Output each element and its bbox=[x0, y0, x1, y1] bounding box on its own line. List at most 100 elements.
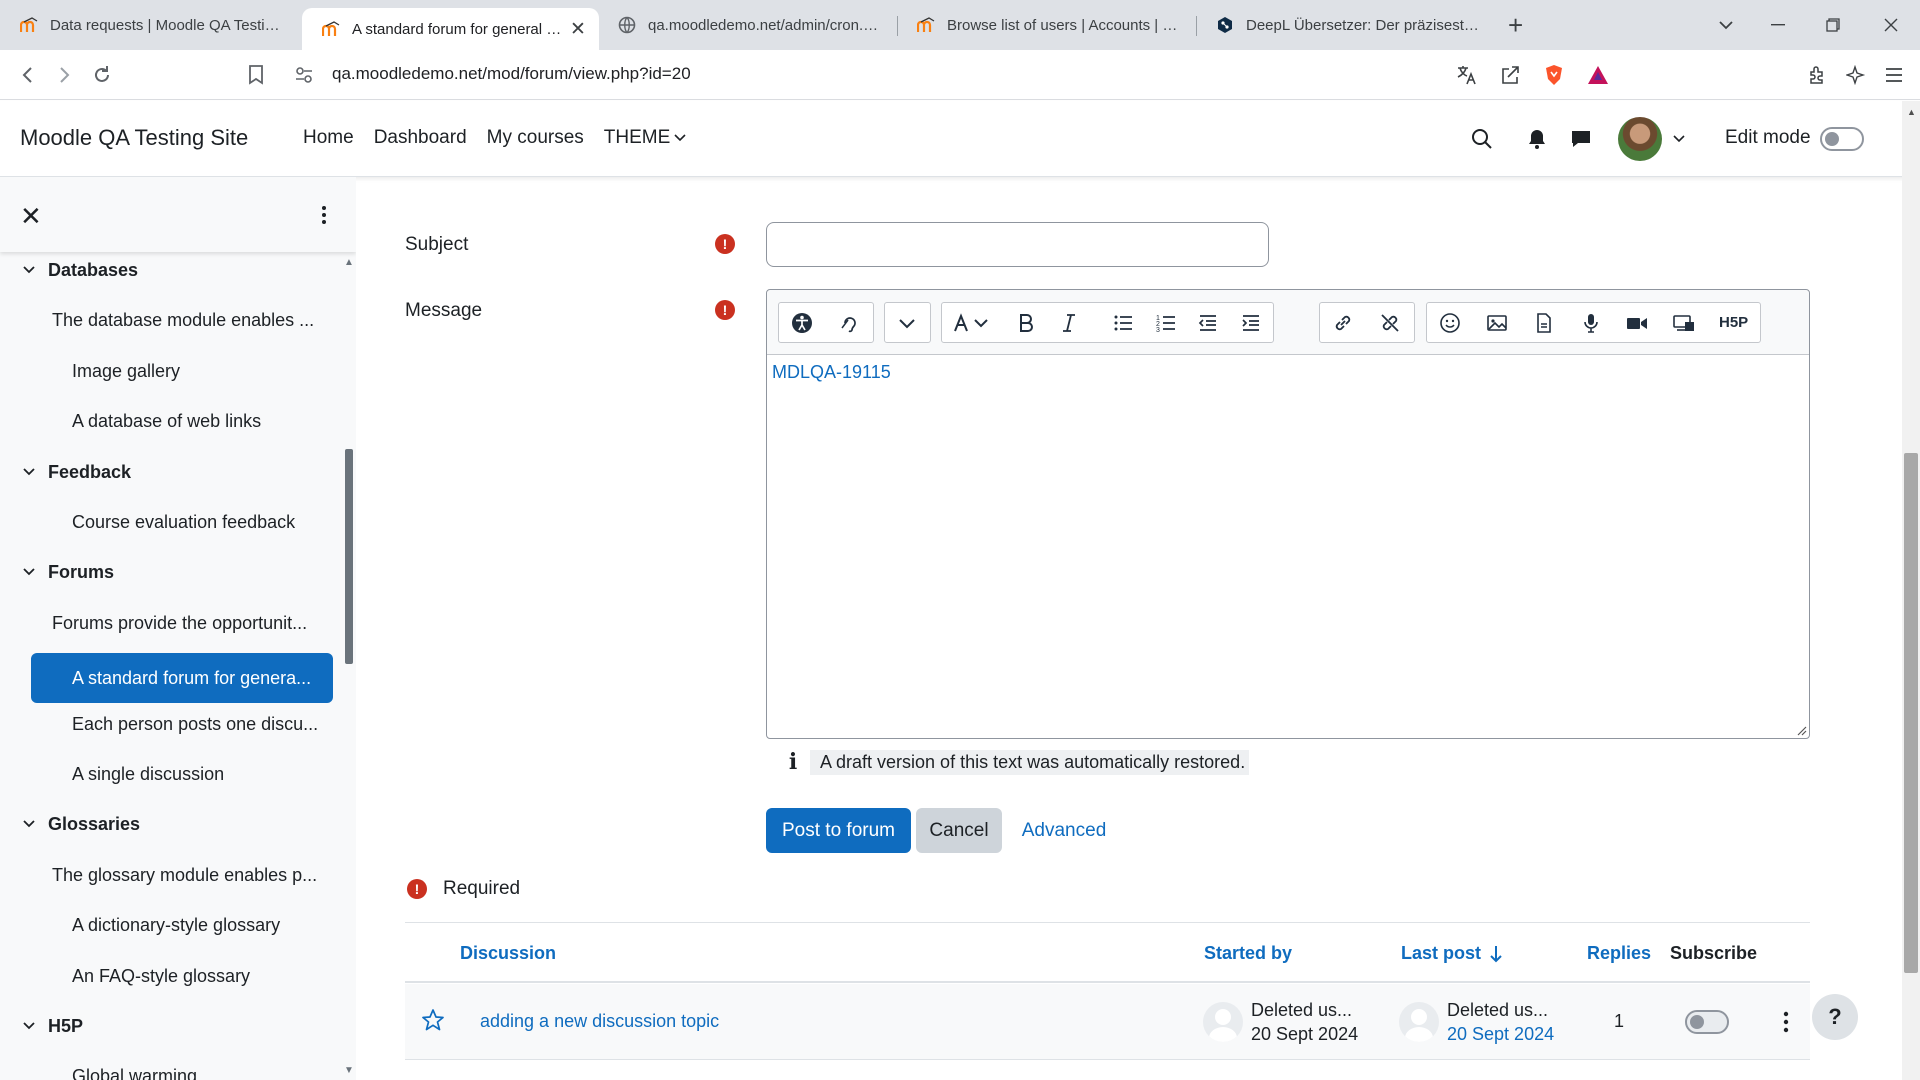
scroll-up-icon[interactable]: ▲ bbox=[1907, 107, 1916, 117]
emoji-icon[interactable] bbox=[1427, 303, 1474, 342]
image-icon[interactable] bbox=[1474, 303, 1521, 342]
search-icon[interactable] bbox=[1469, 126, 1495, 152]
file-icon[interactable] bbox=[1521, 303, 1568, 342]
cancel-button[interactable]: Cancel bbox=[916, 808, 1002, 853]
user-avatar[interactable] bbox=[1618, 117, 1662, 161]
page-scrollbar-thumb[interactable] bbox=[1904, 453, 1918, 973]
chevron-down-icon[interactable] bbox=[22, 817, 36, 831]
browser-tab[interactable]: DeepL Übersetzer: Der präziseste Überset… bbox=[1196, 8, 1496, 42]
close-drawer-icon[interactable]: ✕ bbox=[20, 201, 42, 232]
browser-tab[interactable]: Data requests | Moodle QA Testing Site bbox=[0, 8, 295, 42]
microphone-icon[interactable] bbox=[1568, 303, 1615, 342]
site-settings-icon[interactable] bbox=[292, 63, 316, 87]
translate-icon[interactable] bbox=[1455, 63, 1479, 87]
bullet-list-icon[interactable] bbox=[1102, 303, 1145, 342]
menu-icon[interactable] bbox=[1882, 63, 1906, 87]
drawer-item[interactable]: An FAQ-style glossary bbox=[72, 966, 250, 987]
back-icon[interactable] bbox=[16, 63, 40, 87]
chevron-down-icon[interactable] bbox=[22, 565, 36, 579]
edit-mode-toggle[interactable] bbox=[1820, 127, 1864, 151]
tab-search-chevron-icon[interactable] bbox=[1703, 0, 1749, 50]
bold-icon[interactable] bbox=[1006, 303, 1049, 342]
leo-ai-icon[interactable] bbox=[1844, 63, 1868, 87]
message-editor[interactable]: 123 H5P MDLQA-19115 bbox=[766, 289, 1810, 739]
column-discussion[interactable]: Discussion bbox=[460, 943, 556, 964]
more-chevron-icon[interactable] bbox=[885, 303, 930, 342]
drawer-scrollbar[interactable] bbox=[345, 449, 353, 664]
drawer-item[interactable]: Global warming bbox=[72, 1066, 197, 1080]
drawer-item[interactable]: A database of web links bbox=[72, 411, 261, 432]
resize-handle-icon[interactable] bbox=[1795, 724, 1807, 736]
brave-shield-icon[interactable] bbox=[1542, 63, 1566, 87]
bookmark-icon[interactable] bbox=[244, 63, 268, 87]
minimize-icon[interactable] bbox=[1755, 0, 1801, 50]
message-content[interactable]: MDLQA-19115 bbox=[772, 362, 891, 383]
browser-tab[interactable]: Browse list of users | Accounts | Users bbox=[897, 8, 1195, 42]
subscribe-toggle[interactable] bbox=[1685, 1010, 1729, 1034]
url-text[interactable]: qa.moodledemo.net/mod/forum/view.php?id=… bbox=[332, 64, 691, 84]
drawer-scroll-up-icon[interactable]: ▲ bbox=[344, 257, 354, 268]
help-button[interactable]: ? bbox=[1812, 994, 1858, 1040]
drawer-item[interactable]: A single discussion bbox=[72, 764, 224, 785]
browser-tab-active[interactable]: A standard forum for general use ✕ bbox=[302, 8, 599, 50]
close-window-icon[interactable] bbox=[1868, 0, 1914, 50]
drawer-scroll-down-icon[interactable]: ▼ bbox=[344, 1065, 354, 1076]
drawer-item[interactable]: Each person posts one discu... bbox=[72, 714, 318, 735]
post-to-forum-button[interactable]: Post to forum bbox=[766, 808, 911, 853]
replies-count[interactable]: 1 bbox=[1614, 1011, 1624, 1032]
numbered-list-icon[interactable]: 123 bbox=[1145, 303, 1188, 342]
screenreader-helper-icon[interactable] bbox=[826, 303, 873, 342]
unlink-icon[interactable] bbox=[1367, 303, 1414, 342]
drawer-section-title[interactable]: Glossaries bbox=[48, 814, 140, 835]
chevron-down-icon[interactable] bbox=[22, 465, 36, 479]
kebab-menu-icon[interactable] bbox=[315, 205, 333, 225]
nav-home[interactable]: Home bbox=[303, 127, 354, 149]
advanced-link[interactable]: Advanced bbox=[1022, 808, 1107, 853]
drawer-section-title[interactable]: Feedback bbox=[48, 462, 131, 483]
reload-icon[interactable] bbox=[90, 63, 114, 87]
restore-icon[interactable] bbox=[1810, 0, 1856, 50]
site-brand[interactable]: Moodle QA Testing Site bbox=[20, 125, 248, 151]
forward-icon[interactable] bbox=[52, 63, 76, 87]
page-scrollbar[interactable]: ▲ bbox=[1902, 101, 1920, 1080]
subject-input[interactable] bbox=[766, 222, 1269, 267]
font-color-icon[interactable] bbox=[942, 303, 1006, 342]
accessibility-checker-icon[interactable] bbox=[779, 303, 826, 342]
messages-icon[interactable] bbox=[1568, 126, 1594, 152]
h5p-icon[interactable]: H5P bbox=[1708, 303, 1760, 342]
drawer-item[interactable]: The database module enables ... bbox=[52, 310, 314, 331]
chevron-down-icon[interactable] bbox=[22, 1019, 36, 1033]
nav-my-courses[interactable]: My courses bbox=[487, 127, 584, 149]
indent-icon[interactable] bbox=[1230, 303, 1273, 342]
column-last-post[interactable]: Last post bbox=[1401, 943, 1503, 964]
video-camera-icon[interactable] bbox=[1614, 303, 1661, 342]
last-post-date-link[interactable]: 20 Sept 2024 bbox=[1447, 1022, 1554, 1046]
notifications-bell-icon[interactable] bbox=[1524, 126, 1550, 152]
share-icon[interactable] bbox=[1498, 63, 1522, 87]
user-menu-chevron-icon[interactable] bbox=[1666, 126, 1692, 152]
new-tab-icon[interactable]: + bbox=[1508, 12, 1532, 38]
link-icon[interactable] bbox=[1320, 303, 1367, 342]
star-icon[interactable] bbox=[421, 1008, 445, 1032]
browser-tab[interactable]: qa.moodledemo.net/admin/cron.php bbox=[598, 8, 894, 42]
drawer-item-active[interactable]: A standard forum for genera... bbox=[31, 653, 333, 704]
column-replies[interactable]: Replies bbox=[1587, 943, 1651, 964]
outdent-icon[interactable] bbox=[1188, 303, 1231, 342]
drawer-item[interactable]: A dictionary-style glossary bbox=[72, 915, 280, 936]
drawer-item[interactable]: Course evaluation feedback bbox=[72, 512, 295, 533]
kebab-menu-icon[interactable] bbox=[1781, 1011, 1791, 1033]
discussion-topic-link[interactable]: adding a new discussion topic bbox=[480, 1011, 719, 1032]
chevron-down-icon[interactable] bbox=[22, 263, 36, 277]
nav-theme[interactable]: THEME bbox=[604, 127, 687, 149]
drawer-section-title[interactable]: H5P bbox=[48, 1016, 83, 1037]
close-tab-icon[interactable]: ✕ bbox=[567, 18, 589, 40]
brave-rewards-icon[interactable] bbox=[1586, 63, 1610, 87]
drawer-section-title[interactable]: Forums bbox=[48, 562, 114, 583]
extensions-icon[interactable] bbox=[1805, 63, 1829, 87]
media-manager-icon[interactable] bbox=[1661, 303, 1708, 342]
nav-dashboard[interactable]: Dashboard bbox=[374, 127, 467, 149]
drawer-item[interactable]: Image gallery bbox=[72, 361, 180, 382]
drawer-item[interactable]: Forums provide the opportunit... bbox=[52, 613, 307, 634]
column-started-by[interactable]: Started by bbox=[1204, 943, 1292, 964]
drawer-item[interactable]: The glossary module enables p... bbox=[52, 865, 317, 886]
